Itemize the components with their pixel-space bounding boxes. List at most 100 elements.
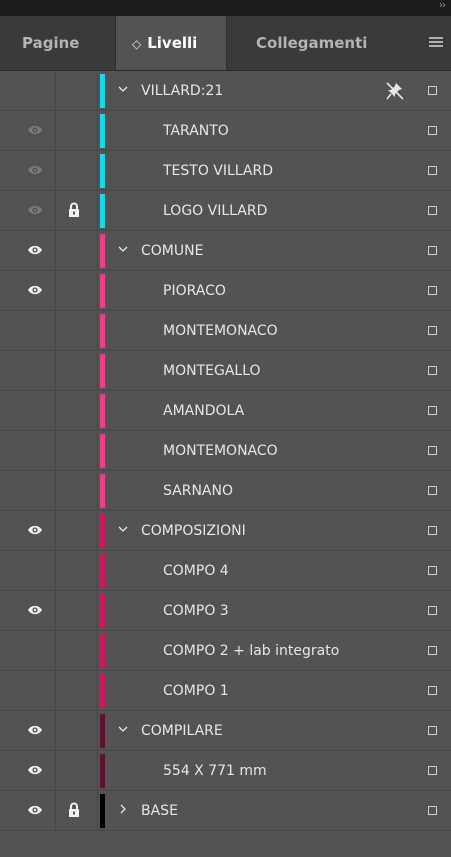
lock-toggle[interactable] xyxy=(56,471,98,510)
visibility-toggle[interactable] xyxy=(0,631,56,670)
layer-name[interactable]: PIORACO xyxy=(163,271,226,311)
collapse-panel-icon[interactable]: ›› xyxy=(439,0,446,12)
lock-toggle[interactable] xyxy=(56,631,98,670)
sublayer-row[interactable]: TESTO VILLARD xyxy=(0,151,451,191)
selection-box[interactable] xyxy=(428,286,437,295)
layer-row[interactable]: BASE xyxy=(0,791,451,831)
lock-toggle[interactable] xyxy=(56,351,98,390)
sublayer-row[interactable]: LOGO VILLARD xyxy=(0,191,451,231)
selection-box[interactable] xyxy=(428,766,437,775)
visibility-toggle[interactable] xyxy=(0,711,56,750)
tab-pagine[interactable]: Pagine xyxy=(22,16,79,70)
selection-box[interactable] xyxy=(428,326,437,335)
layer-name[interactable]: MONTEGALLO xyxy=(163,351,261,391)
lock-toggle[interactable] xyxy=(56,711,98,750)
chevron-down-icon[interactable] xyxy=(116,242,130,256)
layer-name[interactable]: COMPO 3 xyxy=(163,591,229,631)
layer-name[interactable]: LOGO VILLARD xyxy=(163,191,267,231)
layer-name[interactable]: TARANTO xyxy=(163,111,229,151)
selection-box[interactable] xyxy=(428,646,437,655)
visibility-toggle[interactable] xyxy=(0,151,56,190)
lock-toggle[interactable] xyxy=(56,671,98,710)
selection-box[interactable] xyxy=(428,86,437,95)
visibility-toggle[interactable] xyxy=(0,551,56,590)
layer-name[interactable]: 554 X 771 mm xyxy=(163,751,267,791)
layer-name[interactable]: AMANDOLA xyxy=(163,391,244,431)
sublayer-row[interactable]: MONTEMONACO xyxy=(0,431,451,471)
selection-box[interactable] xyxy=(428,206,437,215)
sublayer-row[interactable]: MONTEGALLO xyxy=(0,351,451,391)
layer-name[interactable]: MONTEMONACO xyxy=(163,311,278,351)
layer-row[interactable]: COMUNE xyxy=(0,231,451,271)
visibility-toggle[interactable] xyxy=(0,471,56,510)
sublayer-row[interactable]: TARANTO xyxy=(0,111,451,151)
selection-box[interactable] xyxy=(428,366,437,375)
layer-name[interactable]: COMPOSIZIONI xyxy=(141,511,246,551)
lock-toggle[interactable] xyxy=(56,111,98,150)
lock-toggle[interactable] xyxy=(56,271,98,310)
visibility-toggle[interactable] xyxy=(0,391,56,430)
lock-toggle[interactable] xyxy=(56,391,98,430)
panel-menu-icon[interactable] xyxy=(429,37,443,48)
sublayer-row[interactable]: COMPO 1 xyxy=(0,671,451,711)
layer-name[interactable]: COMPO 2 + lab integrato xyxy=(163,631,339,671)
visibility-toggle[interactable] xyxy=(0,351,56,390)
visibility-toggle[interactable] xyxy=(0,111,56,150)
lock-toggle[interactable] xyxy=(56,551,98,590)
visibility-toggle[interactable] xyxy=(0,311,56,350)
chevron-down-icon[interactable] xyxy=(116,722,130,736)
lock-toggle[interactable] xyxy=(56,191,98,230)
selection-box[interactable] xyxy=(428,166,437,175)
lock-toggle[interactable] xyxy=(56,791,98,830)
visibility-toggle[interactable] xyxy=(0,71,56,110)
layer-name[interactable]: VILLARD:21 xyxy=(141,71,223,111)
layer-name[interactable]: COMUNE xyxy=(141,231,203,271)
layer-row[interactable]: COMPILARE xyxy=(0,711,451,751)
visibility-toggle[interactable] xyxy=(0,791,56,830)
visibility-toggle[interactable] xyxy=(0,591,56,630)
layer-name[interactable]: MONTEMONACO xyxy=(163,431,278,471)
tab-collegamenti[interactable]: Collegamenti xyxy=(256,16,367,70)
layer-row[interactable]: VILLARD:21 xyxy=(0,71,451,111)
visibility-toggle[interactable] xyxy=(0,271,56,310)
selection-box[interactable] xyxy=(428,726,437,735)
selection-box[interactable] xyxy=(428,126,437,135)
visibility-toggle[interactable] xyxy=(0,191,56,230)
sublayer-row[interactable]: 554 X 771 mm xyxy=(0,751,451,791)
lock-toggle[interactable] xyxy=(56,151,98,190)
selection-box[interactable] xyxy=(428,606,437,615)
lock-toggle[interactable] xyxy=(56,311,98,350)
layer-name[interactable]: COMPO 1 xyxy=(163,671,229,711)
sublayer-row[interactable]: AMANDOLA xyxy=(0,391,451,431)
selection-box[interactable] xyxy=(428,806,437,815)
visibility-toggle[interactable] xyxy=(0,511,56,550)
lock-toggle[interactable] xyxy=(56,751,98,790)
selection-box[interactable] xyxy=(428,406,437,415)
sublayer-row[interactable]: PIORACO xyxy=(0,271,451,311)
layer-row[interactable]: COMPOSIZIONI xyxy=(0,511,451,551)
selection-box[interactable] xyxy=(428,526,437,535)
selection-box[interactable] xyxy=(428,566,437,575)
layer-name[interactable]: SARNANO xyxy=(163,471,233,511)
tab-livelli[interactable]: ◇ Livelli xyxy=(115,16,227,70)
layer-name[interactable]: COMPILARE xyxy=(141,711,223,751)
visibility-toggle[interactable] xyxy=(0,671,56,710)
lock-toggle[interactable] xyxy=(56,71,98,110)
lock-toggle[interactable] xyxy=(56,231,98,270)
layer-name[interactable]: BASE xyxy=(141,791,178,831)
pin-off-icon[interactable] xyxy=(384,81,406,105)
chevron-right-icon[interactable] xyxy=(116,802,130,816)
sublayer-row[interactable]: MONTEMONACO xyxy=(0,311,451,351)
chevron-down-icon[interactable] xyxy=(116,82,130,96)
sublayer-row[interactable]: COMPO 4 xyxy=(0,551,451,591)
selection-box[interactable] xyxy=(428,246,437,255)
selection-box[interactable] xyxy=(428,686,437,695)
visibility-toggle[interactable] xyxy=(0,231,56,270)
visibility-toggle[interactable] xyxy=(0,431,56,470)
chevron-down-icon[interactable] xyxy=(116,522,130,536)
lock-toggle[interactable] xyxy=(56,591,98,630)
layer-name[interactable]: COMPO 4 xyxy=(163,551,229,591)
selection-box[interactable] xyxy=(428,446,437,455)
layer-name[interactable]: TESTO VILLARD xyxy=(163,151,273,191)
sublayer-row[interactable]: COMPO 3 xyxy=(0,591,451,631)
